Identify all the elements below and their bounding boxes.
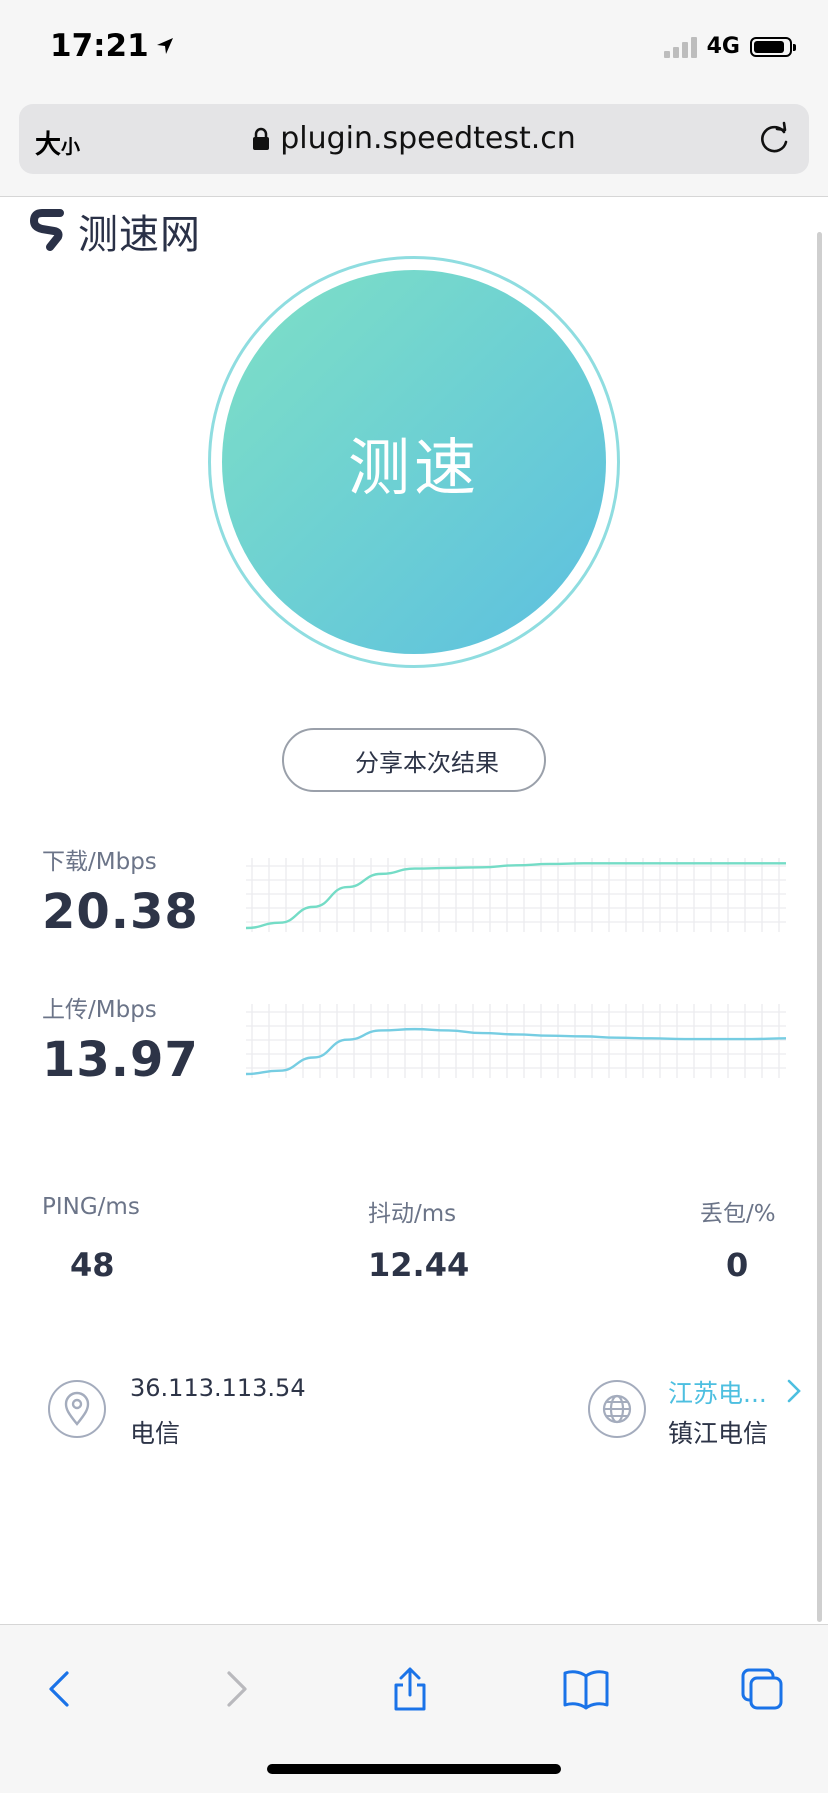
upload-speed-chart bbox=[246, 1004, 786, 1078]
bookmarks-icon bbox=[563, 1670, 609, 1710]
download-chart-curve bbox=[246, 862, 786, 930]
battery-icon bbox=[750, 36, 796, 57]
address-bar[interactable]: 大小 plugin.speedtest.cn bbox=[19, 104, 809, 174]
client-isp: 电信 bbox=[130, 1419, 181, 1448]
upload-chart-curve bbox=[246, 1027, 786, 1076]
packet-loss-value: 0 bbox=[726, 1246, 749, 1284]
chevron-right-icon[interactable] bbox=[786, 1378, 802, 1404]
clock-text: 17:21 bbox=[50, 28, 149, 64]
share-page-button[interactable] bbox=[380, 1659, 440, 1719]
status-time: 17:21 bbox=[50, 28, 175, 64]
location-pin-icon bbox=[48, 1380, 106, 1438]
globe-icon bbox=[588, 1380, 646, 1438]
start-test-button[interactable]: 测速 bbox=[222, 270, 606, 654]
tabs-button[interactable] bbox=[732, 1659, 792, 1719]
site-logo[interactable]: 测速网 bbox=[30, 202, 201, 260]
home-indicator bbox=[267, 1764, 561, 1774]
ping-label: PING/ms bbox=[42, 1194, 140, 1220]
server-node: 镇江电信 bbox=[668, 1419, 769, 1448]
logo-text: 测速网 bbox=[78, 212, 201, 258]
ping-value: 48 bbox=[70, 1246, 115, 1284]
signal-icon bbox=[663, 36, 697, 58]
forward-icon bbox=[227, 1671, 247, 1707]
back-button[interactable] bbox=[30, 1659, 90, 1719]
status-bar: 17:21 4G bbox=[0, 0, 828, 96]
tabs-icon bbox=[741, 1668, 783, 1710]
jitter-label: 抖动/ms bbox=[368, 1201, 457, 1227]
share-result-label: 分享本次结果 bbox=[355, 748, 499, 777]
location-arrow-icon bbox=[156, 38, 173, 54]
page-scrollbar[interactable] bbox=[817, 232, 822, 1622]
download-label: 下载/Mbps bbox=[42, 849, 157, 875]
start-test-label: 测速 bbox=[347, 431, 480, 504]
logo-icon bbox=[30, 209, 64, 251]
packet-loss-label: 丢包/% bbox=[700, 1201, 776, 1227]
url-text: plugin.speedtest.cn bbox=[280, 121, 576, 156]
upload-label: 上传/Mbps bbox=[42, 997, 157, 1023]
bookmarks-button[interactable] bbox=[556, 1659, 616, 1719]
forward-button[interactable] bbox=[206, 1659, 266, 1719]
server-name-link[interactable]: 江苏电... bbox=[668, 1374, 767, 1410]
back-icon bbox=[49, 1671, 69, 1707]
jitter-value: 12.44 bbox=[368, 1246, 470, 1284]
upload-value: 13.97 bbox=[42, 1032, 199, 1088]
browser-address-area: 大小 plugin.speedtest.cn bbox=[0, 96, 828, 197]
url-display[interactable]: plugin.speedtest.cn bbox=[19, 121, 809, 156]
lock-icon bbox=[253, 127, 270, 150]
client-ip: 36.113.113.54 bbox=[130, 1374, 306, 1402]
reload-icon[interactable] bbox=[757, 120, 791, 156]
download-speed-chart bbox=[246, 858, 786, 932]
status-indicators: 4G bbox=[663, 34, 796, 59]
download-value: 20.38 bbox=[42, 884, 199, 940]
share-icon bbox=[394, 1667, 426, 1711]
network-type: 4G bbox=[706, 34, 740, 59]
share-result-button[interactable]: 分享本次结果 bbox=[282, 728, 546, 792]
